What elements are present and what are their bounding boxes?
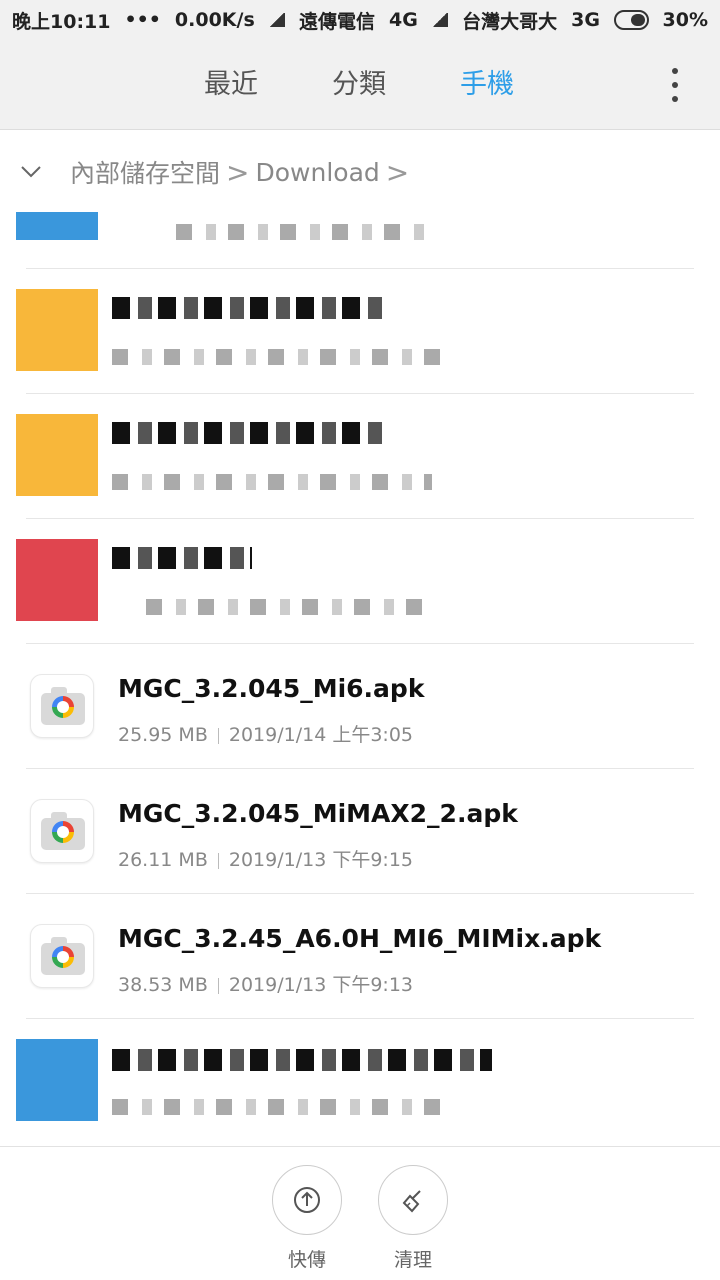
- file-list: MGC_3.2.045_Mi6.apk 25.95 MB 2019/1/14 上午…: [0, 212, 720, 1143]
- more-options-icon[interactable]: [670, 68, 680, 102]
- camera-app-icon: [30, 799, 94, 863]
- status-carrier-2: 台灣大哥大: [462, 10, 558, 33]
- tab-phone[interactable]: 手機: [460, 40, 514, 130]
- redacted-text: [112, 349, 442, 365]
- bottom-action-bar: 快傳 清理: [0, 1146, 720, 1280]
- list-item[interactable]: MGC_3.2.045_Mi6.apk 25.95 MB 2019/1/14 上午…: [26, 643, 694, 768]
- tab-recent[interactable]: 最近: [204, 40, 258, 130]
- status-network-1: 4G: [389, 9, 418, 31]
- breadcrumb-folder[interactable]: Download: [255, 158, 379, 187]
- list-item[interactable]: [16, 1018, 694, 1143]
- tab-category[interactable]: 分類: [332, 40, 386, 130]
- status-bar: 晚上10:11 ••• 0.00K/s 遠傳電信 4G 台灣大哥大 3G 30%: [0, 0, 720, 40]
- file-date: 2019/1/13 下午9:13: [228, 974, 414, 996]
- share-button[interactable]: 快傳: [272, 1165, 342, 1272]
- file-thumbnail-icon: [16, 414, 98, 496]
- signal-icon: [268, 13, 286, 27]
- list-item[interactable]: [16, 393, 694, 518]
- file-name: MGC_3.2.045_Mi6.apk: [118, 674, 425, 703]
- file-meta: 25.95 MB 2019/1/14 上午3:05: [118, 720, 413, 747]
- broom-icon: [378, 1165, 448, 1235]
- file-name: MGC_3.2.045_MiMAX2_2.apk: [118, 799, 518, 828]
- signal-icon: [431, 13, 449, 27]
- status-speed: 0.00K/s: [174, 9, 255, 31]
- status-dots: •••: [124, 9, 161, 31]
- file-size: 25.95 MB: [118, 724, 208, 746]
- status-network-2: 3G: [571, 9, 600, 31]
- file-name: MGC_3.2.45_A6.0H_MI6_MIMix.apk: [118, 924, 602, 953]
- file-date: 2019/1/14 上午3:05: [228, 724, 414, 746]
- list-item[interactable]: MGC_3.2.045_MiMAX2_2.apk 26.11 MB 2019/1/…: [26, 768, 694, 893]
- redacted-text: [176, 224, 436, 240]
- status-time: 晚上10:11: [12, 10, 111, 33]
- camera-app-icon: [30, 674, 94, 738]
- redacted-text: [112, 1099, 442, 1115]
- file-thumbnail-icon: [16, 212, 98, 240]
- redacted-text: [146, 599, 436, 615]
- battery-icon: [613, 10, 649, 30]
- file-meta: 26.11 MB 2019/1/13 下午9:15: [118, 845, 413, 872]
- breadcrumb-separator: >: [385, 155, 410, 189]
- list-item[interactable]: [16, 268, 694, 393]
- share-label: 快傳: [287, 1249, 326, 1271]
- file-thumbnail-icon: [16, 289, 98, 371]
- file-size: 38.53 MB: [118, 974, 208, 996]
- redacted-text: [112, 547, 252, 569]
- list-item[interactable]: MGC_3.2.45_A6.0H_MI6_MIMix.apk 38.53 MB 2…: [26, 893, 694, 1018]
- redacted-text: [112, 474, 432, 490]
- camera-app-icon: [30, 924, 94, 988]
- file-size: 26.11 MB: [118, 849, 208, 871]
- share-upload-icon: [272, 1165, 342, 1235]
- chevron-down-icon[interactable]: [16, 157, 46, 187]
- file-date: 2019/1/13 下午9:15: [228, 849, 414, 871]
- file-thumbnail-icon: [16, 1039, 98, 1121]
- breadcrumb-separator: >: [226, 155, 250, 189]
- status-carrier-1: 遠傳電信: [299, 10, 376, 33]
- file-thumbnail-icon: [16, 539, 98, 621]
- redacted-text: [112, 297, 382, 319]
- list-item[interactable]: [16, 212, 694, 268]
- redacted-text: [112, 1049, 492, 1071]
- tab-bar: 最近 分類 手機: [0, 40, 720, 130]
- list-item[interactable]: [16, 518, 694, 643]
- status-battery: 30%: [662, 9, 708, 31]
- clean-label: 清理: [393, 1249, 432, 1271]
- file-meta: 38.53 MB 2019/1/13 下午9:13: [118, 970, 413, 997]
- breadcrumb: 內部儲存空間 > Download >: [0, 130, 720, 214]
- clean-button[interactable]: 清理: [378, 1165, 448, 1272]
- breadcrumb-root[interactable]: 內部儲存空間: [70, 154, 220, 190]
- redacted-text: [112, 422, 382, 444]
